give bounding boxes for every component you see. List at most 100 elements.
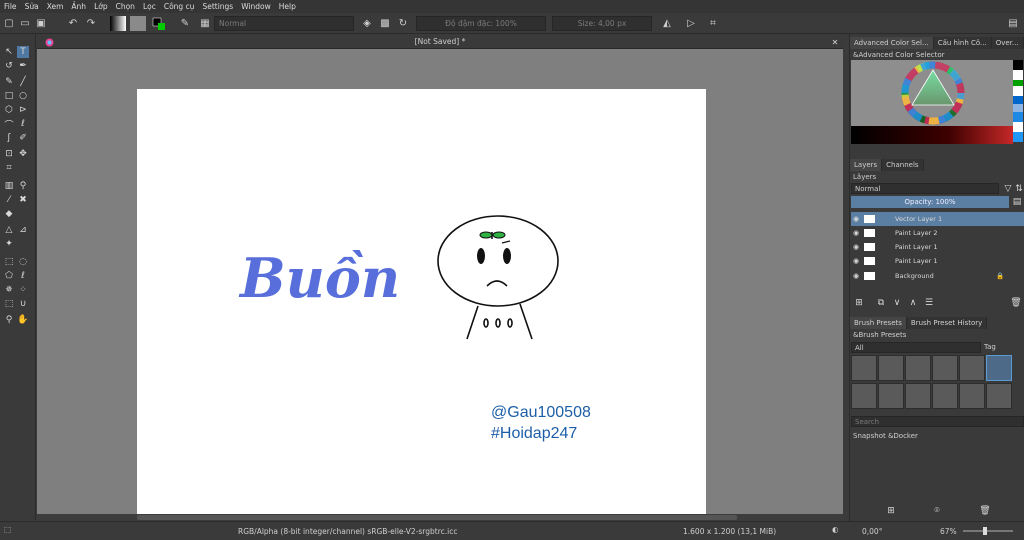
eye-icon[interactable]: ◉ [851, 272, 861, 280]
freehand-select-icon[interactable]: ℓ [17, 270, 29, 282]
freehand-path-icon[interactable]: ℓ [17, 118, 29, 130]
layer-row[interactable]: ◉ Paint Layer 2 [851, 226, 1024, 240]
brush-tag-button[interactable]: Tag [984, 342, 1010, 353]
brush-preset[interactable] [986, 383, 1012, 409]
layer-row[interactable]: ◉ Paint Layer 1 [851, 254, 1024, 268]
color-swatch[interactable] [1013, 70, 1023, 80]
delete-snapshot-icon[interactable]: 🗑 [979, 505, 991, 517]
brush-preset[interactable] [851, 383, 877, 409]
mirror-horizontal-icon[interactable]: ◭ [660, 16, 674, 31]
brush-settings-icon[interactable]: ▦ [198, 16, 212, 31]
menu-settings[interactable]: Settings [202, 2, 233, 11]
layer-row[interactable]: ◉ Paint Layer 1 [851, 240, 1024, 254]
menu-image[interactable]: Ảnh [71, 2, 86, 11]
close-document-icon[interactable]: ✕ [829, 36, 841, 48]
calligraphy-icon[interactable]: ✒ [17, 60, 29, 72]
delete-layer-icon[interactable]: 🗑 [1010, 297, 1022, 309]
new-document-icon[interactable]: ▢ [2, 16, 16, 31]
assistant-tool-icon[interactable]: ✖ [17, 194, 29, 206]
move-tool-icon[interactable]: ✥ [17, 148, 29, 160]
menu-tools[interactable]: Công cụ [164, 2, 195, 11]
mirror-vertical-icon[interactable]: ▷ [684, 16, 698, 31]
zoom-slider-handle[interactable] [983, 527, 987, 535]
workspace-icon[interactable]: ▤ [1006, 16, 1020, 31]
crop-tool-icon[interactable]: ⌗ [3, 162, 15, 174]
horizontal-scrollbar[interactable] [37, 514, 843, 521]
ellipse-tool-icon[interactable]: ○ [17, 90, 29, 102]
color-swatch[interactable] [1013, 60, 1023, 70]
reference-tool-icon[interactable]: ✦ [3, 238, 15, 250]
menu-select[interactable]: Chọn [116, 2, 135, 11]
move-layer-down-icon[interactable]: ∨ [891, 297, 903, 309]
add-layer-icon[interactable]: ⊞ [853, 297, 865, 309]
save-document-icon[interactable]: ▣ [34, 16, 48, 31]
brush-preset[interactable] [878, 383, 904, 409]
color-swatch[interactable] [1013, 132, 1023, 142]
pattern-swatch[interactable] [130, 16, 146, 31]
snapshot-camera-icon[interactable]: ⌾ [931, 505, 943, 517]
zoom-tool-icon[interactable]: ⚲ [3, 314, 15, 326]
contiguous-select-icon[interactable]: ✵ [3, 284, 15, 296]
tab-brush-presets[interactable]: Brush Presets [850, 317, 907, 329]
tab-brush-history[interactable]: Brush Preset History [906, 317, 988, 329]
gradient-tool-icon[interactable]: ▥ [3, 180, 15, 192]
menu-filter[interactable]: Lọc [143, 2, 156, 11]
fill-tool-icon[interactable]: ◆ [3, 208, 15, 220]
bezier-select-icon[interactable]: ⬚ [3, 298, 15, 310]
opacity-slider[interactable]: Độ đậm đặc: 100% [416, 16, 546, 31]
eye-icon[interactable]: ◉ [851, 229, 861, 237]
eraser-icon[interactable]: ◈ [360, 16, 374, 31]
brush-preset[interactable] [905, 355, 931, 381]
menu-file[interactable]: File [4, 2, 17, 11]
undo-icon[interactable]: ↶ [66, 16, 80, 31]
layer-blend-select[interactable]: Normal [851, 183, 999, 194]
tab-advanced-color-selector[interactable]: Advanced Color Sel... [850, 37, 934, 49]
open-document-icon[interactable]: ▭ [18, 16, 32, 31]
gradient-swatch[interactable] [110, 16, 126, 31]
layer-opacity-slider[interactable]: Opacity: 100% [851, 196, 1009, 208]
text-tool-icon[interactable]: T [17, 46, 29, 58]
color-swatch[interactable] [1013, 104, 1023, 112]
eye-icon[interactable]: ◉ [851, 243, 861, 251]
add-snapshot-icon[interactable]: ⊞ [885, 505, 897, 517]
measure-tool-icon[interactable]: △ [3, 224, 15, 236]
dynamic-brush-icon[interactable]: ʃ [3, 132, 15, 144]
document-title[interactable]: [Not Saved] * [37, 37, 843, 46]
brush-preset[interactable] [905, 383, 931, 409]
brush-tool-icon[interactable]: ✎ [3, 76, 15, 88]
brush-preset[interactable] [959, 383, 985, 409]
select-shape-icon[interactable]: ↖ [3, 46, 15, 58]
brush-preset[interactable] [932, 355, 958, 381]
edit-shape-icon[interactable]: ↺ [3, 60, 15, 72]
fg-bg-color-icon[interactable] [152, 16, 166, 31]
menu-layer[interactable]: Lớp [94, 2, 108, 11]
redo-icon[interactable]: ↷ [84, 16, 98, 31]
polygon-tool-icon[interactable]: ⬡ [3, 104, 15, 116]
brush-preset[interactable] [851, 355, 877, 381]
brush-search-input[interactable]: Search [851, 416, 1024, 427]
color-gradient-bar[interactable] [851, 126, 1013, 144]
layer-row[interactable]: ◉ Background 🔒 [851, 269, 1024, 283]
eye-icon[interactable]: ◉ [851, 257, 861, 265]
polygon-select-icon[interactable]: ⬠ [3, 270, 15, 282]
menu-view[interactable]: Xem [47, 2, 64, 11]
perspective-grid-icon[interactable]: ⊿ [17, 224, 29, 236]
tab-overview[interactable]: Over... [991, 37, 1024, 49]
color-swatch[interactable] [1013, 112, 1023, 122]
brush-preset[interactable] [932, 383, 958, 409]
color-picker-icon[interactable]: ⚲ [17, 180, 29, 192]
brush-preset[interactable] [959, 355, 985, 381]
reload-icon[interactable]: ↻ [396, 16, 410, 31]
rotation-icon[interactable]: ◐ [832, 525, 839, 534]
scrollbar-thumb[interactable] [137, 515, 737, 520]
rect-select-icon[interactable]: ⬚ [3, 256, 15, 268]
brush-filter-select[interactable]: All [851, 342, 981, 353]
pan-tool-icon[interactable]: ✋ [17, 314, 29, 326]
menu-window[interactable]: Window [241, 2, 271, 11]
rectangle-tool-icon[interactable]: □ [3, 90, 15, 102]
rotation-value[interactable]: 0,00° [862, 527, 882, 536]
magnetic-select-icon[interactable]: ∪ [17, 298, 29, 310]
color-wheel-area[interactable] [851, 60, 1013, 126]
canvas-viewport[interactable]: Buồn @Gau100508 #Hoidap247 [37, 49, 843, 514]
move-layer-up-icon[interactable]: ∧ [907, 297, 919, 309]
